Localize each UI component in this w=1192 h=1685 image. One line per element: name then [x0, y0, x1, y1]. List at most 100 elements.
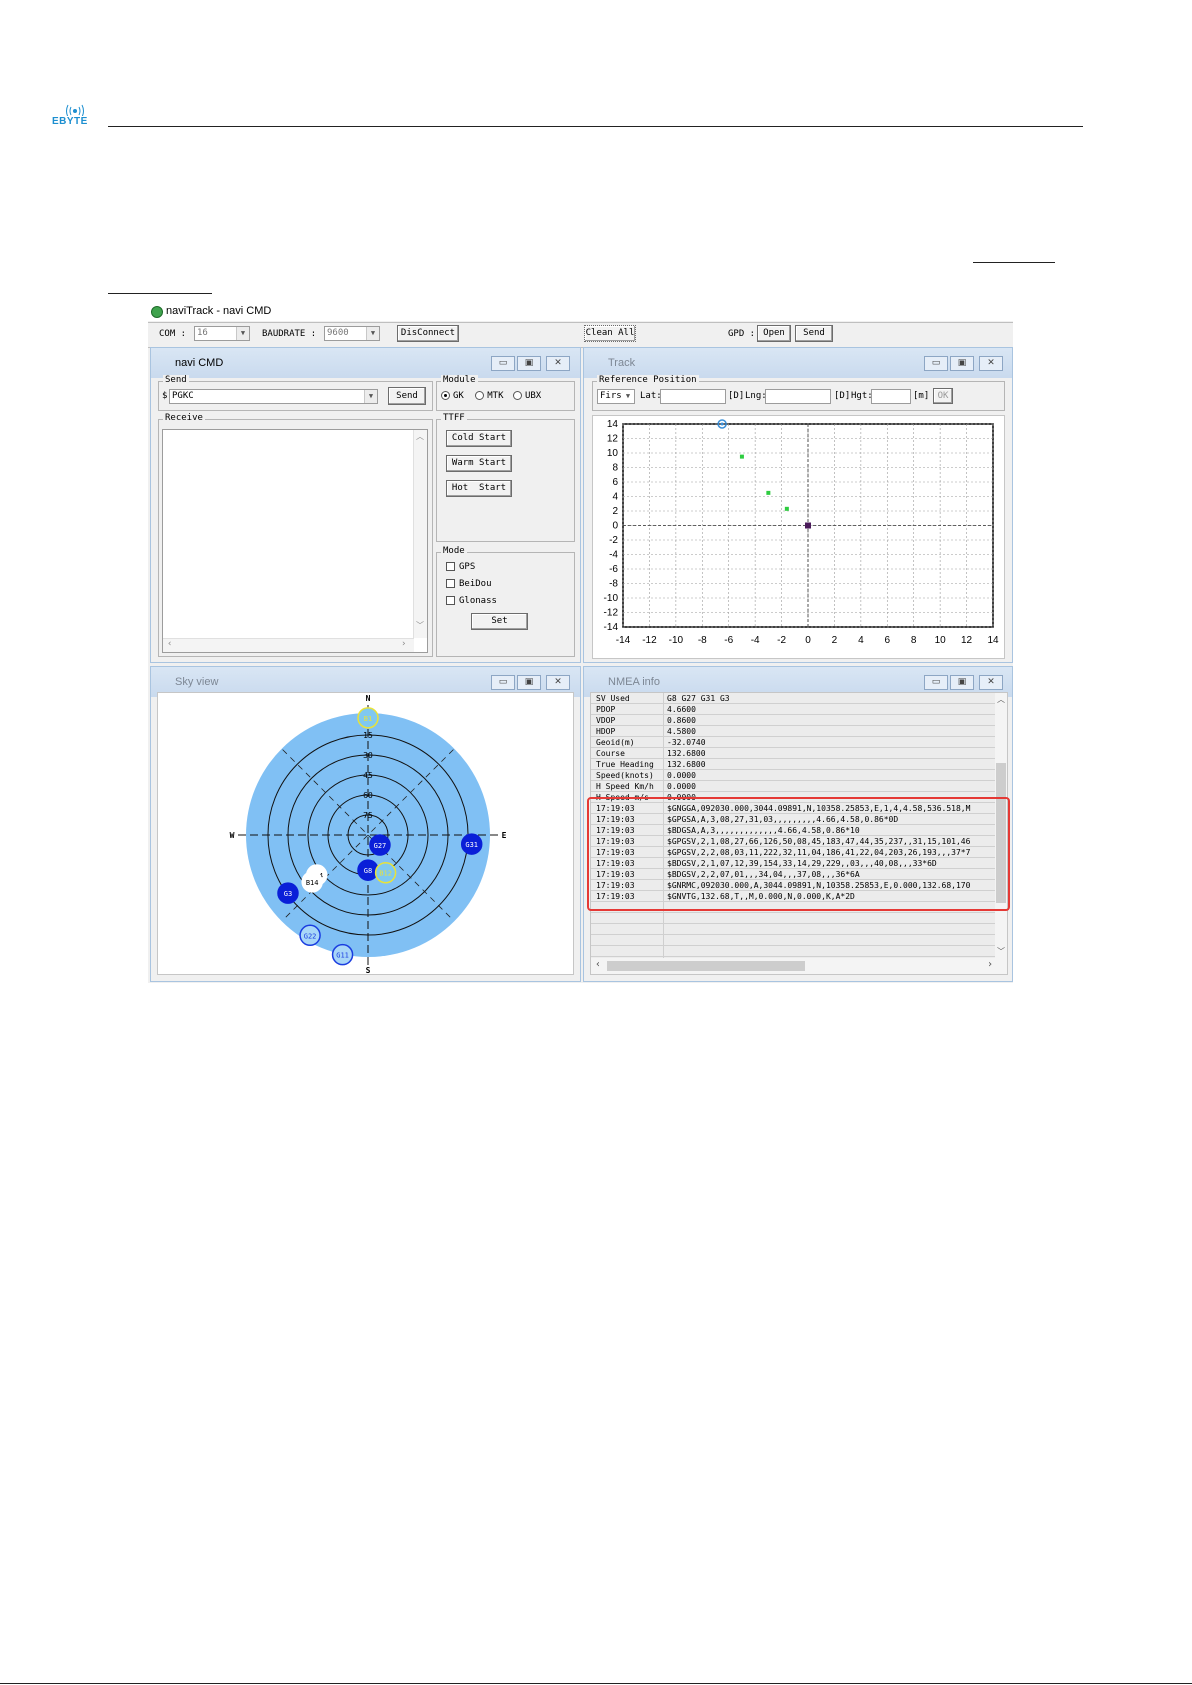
module-option-label: GK: [453, 391, 464, 401]
nmea-value: 0.0000: [667, 771, 696, 780]
x-tick-label: -6: [724, 635, 733, 646]
track-window: Track ▭ ▣ ✕ Reference Position Firs ▼ La…: [583, 347, 1013, 663]
module-option-ubx[interactable]: UBX: [512, 391, 542, 401]
logo-text: EBYTE: [52, 116, 88, 127]
close-icon[interactable]: ✕: [546, 675, 570, 690]
radio-icon: [512, 391, 522, 400]
satellite-label: B14: [306, 879, 319, 887]
scroll-down-icon[interactable]: ﹀: [416, 620, 424, 631]
y-tick-label: -12: [604, 608, 619, 619]
mode-option-glonass[interactable]: Glonass: [446, 596, 497, 606]
nmea-value: 4.5800: [667, 727, 696, 736]
lng-input[interactable]: [765, 389, 831, 404]
maximize-icon[interactable]: ▣: [950, 675, 974, 690]
elevation-label: 45: [363, 771, 373, 780]
command-select[interactable]: PGKC ▼: [169, 389, 378, 404]
elevation-label: 15: [363, 731, 373, 740]
scroll-thumb[interactable]: [607, 961, 805, 971]
y-tick-label: 0: [612, 521, 618, 532]
list-row-separator: [591, 737, 995, 748]
command-send-button[interactable]: Send: [388, 387, 426, 405]
x-tick-label: -2: [777, 635, 786, 646]
app-icon: [151, 306, 163, 318]
warm-start-button[interactable]: Warm Start: [446, 455, 512, 472]
lng-label: Lng:: [745, 391, 767, 401]
toolbar: COM : 16 ▼ BAUDRATE : 9600 ▼ DisConnect …: [148, 322, 1013, 348]
lat-input[interactable]: [660, 389, 726, 404]
mode-option-beidou[interactable]: BeiDou: [446, 579, 492, 589]
scroll-left-icon[interactable]: ‹: [167, 639, 172, 649]
cold-start-button[interactable]: Cold Start: [446, 430, 512, 447]
elevation-label: 75: [363, 811, 373, 820]
scroll-up-icon[interactable]: ︿: [416, 431, 424, 442]
minimize-icon[interactable]: ▭: [924, 675, 948, 690]
compass-label: W: [230, 831, 235, 840]
baudrate-select[interactable]: 9600 ▼: [324, 326, 380, 341]
mode-set-button[interactable]: Set: [471, 613, 528, 630]
track-plot-area: -14 -12 -10 -8 -6 -4 -2 0 2 4 6 8 10 12 14 14 12 10 8 6 4 2 0 -…: [592, 415, 1005, 659]
track-point: [766, 490, 771, 495]
y-tick-label: 4: [612, 492, 618, 503]
gpd-label: GPD :: [728, 329, 756, 339]
navi-cmd-window: navi CMD ▭ ▣ ✕ Send $ PGKC ▼ Send Receiv…: [150, 347, 581, 663]
minimize-icon[interactable]: ▭: [491, 675, 515, 690]
sky-dome: [246, 713, 490, 957]
maximize-icon[interactable]: ▣: [517, 356, 541, 371]
maximize-icon[interactable]: ▣: [517, 675, 541, 690]
reference-select[interactable]: Firs ▼: [597, 389, 635, 404]
y-tick-label: 2: [612, 506, 618, 517]
module-option-label: UBX: [524, 391, 542, 401]
disconnect-button[interactable]: DisConnect: [397, 325, 459, 342]
app-titlebar[interactable]: naviTrack - navi CMD: [148, 303, 1013, 321]
mode-option-gps[interactable]: GPS: [446, 562, 475, 572]
gpd-send-button[interactable]: Send: [795, 325, 833, 342]
list-row-separator: [591, 726, 995, 737]
ttff-group: TTFF Cold Start Warm Start Hot Start: [436, 413, 575, 542]
hot-start-button[interactable]: Hot Start: [446, 480, 512, 497]
hgt-input[interactable]: [871, 389, 911, 404]
vertical-scrollbar[interactable]: ︿ ﹀: [413, 430, 427, 638]
minimize-icon[interactable]: ▭: [924, 356, 948, 371]
checkbox-icon: [446, 562, 455, 571]
x-tick-label: 0: [805, 635, 811, 646]
scroll-down-icon[interactable]: ﹀: [997, 946, 1005, 957]
module-option-gk[interactable]: GK: [441, 391, 464, 401]
radio-selected-icon: [441, 391, 450, 400]
scroll-right-icon[interactable]: ›: [987, 959, 993, 970]
nmea-key: VDOP: [596, 716, 616, 725]
scroll-left-icon[interactable]: ‹: [595, 959, 601, 970]
close-icon[interactable]: ✕: [979, 675, 1003, 690]
navi-cmd-titlebar[interactable]: navi CMD ▭ ▣ ✕: [151, 348, 580, 378]
list-row-separator: [591, 693, 995, 704]
com-port-value: 16: [197, 328, 208, 338]
scroll-up-icon[interactable]: ︿: [997, 694, 1005, 705]
satellite-label: G3: [284, 890, 292, 898]
x-tick-label: 6: [885, 635, 891, 646]
y-tick-label: 12: [607, 434, 619, 445]
com-port-select[interactable]: 16 ▼: [194, 326, 250, 341]
baudrate-label: BAUDRATE :: [262, 329, 317, 339]
y-tick-label: -10: [604, 593, 619, 604]
maximize-icon[interactable]: ▣: [950, 356, 974, 371]
hgt-unit: [m]: [913, 391, 930, 401]
close-icon[interactable]: ✕: [546, 356, 570, 371]
reference-ok-button[interactable]: OK: [933, 388, 953, 404]
clean-all-button[interactable]: Clean All: [584, 325, 636, 342]
y-tick-label: -6: [609, 564, 618, 575]
nmea-value: 132.6800: [667, 760, 706, 769]
module-option-mtk[interactable]: MTK: [475, 391, 504, 401]
satellite-label: G27: [374, 842, 387, 850]
close-icon[interactable]: ✕: [979, 356, 1003, 371]
receive-textarea[interactable]: ︿ ﹀ ‹ ›: [162, 429, 428, 653]
minimize-icon[interactable]: ▭: [491, 356, 515, 371]
list-row-separator: [591, 946, 995, 957]
horizontal-scrollbar[interactable]: ‹ ›: [163, 638, 414, 652]
module-option-label: MTK: [487, 391, 504, 401]
footer-divider: [0, 1683, 1192, 1684]
x-tick-label: 10: [935, 635, 947, 646]
horizontal-scrollbar[interactable]: ‹ ›: [591, 958, 1007, 974]
track-titlebar[interactable]: Track ▭ ▣ ✕: [584, 348, 1012, 378]
x-tick-label: -12: [642, 635, 657, 646]
scroll-right-icon[interactable]: ›: [401, 639, 406, 649]
gpd-open-button[interactable]: Open: [757, 325, 791, 342]
